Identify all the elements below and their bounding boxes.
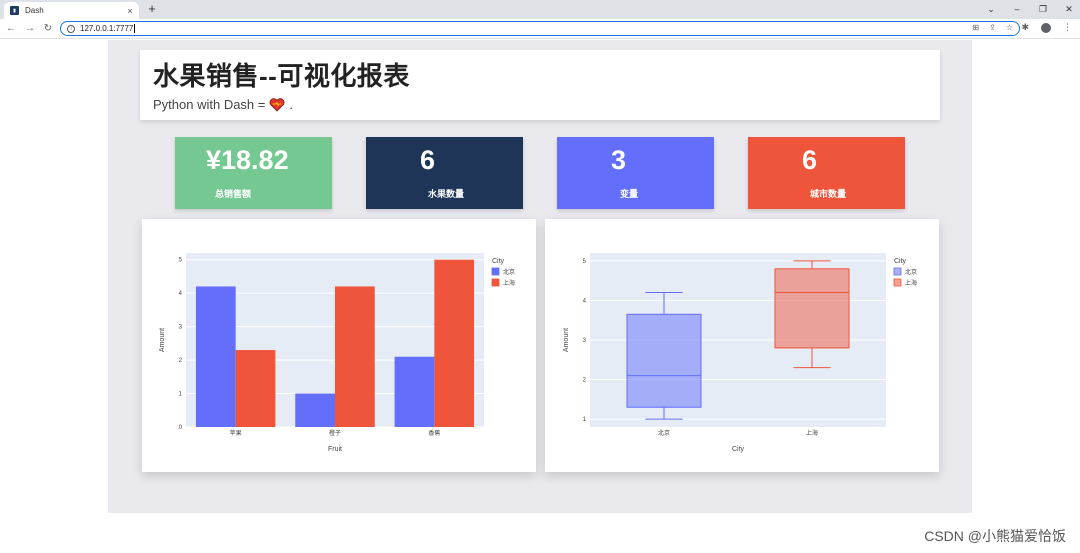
y-tick-label: 3 (179, 325, 183, 331)
y-axis-label: Amount (563, 328, 570, 352)
forward-icon[interactable]: → (24, 22, 36, 36)
back-icon[interactable]: ← (5, 22, 17, 36)
legend-title: City (492, 258, 505, 265)
legend-swatch (893, 278, 902, 287)
header-card: 水果销售--可视化报表 Python with Dash = . (140, 50, 940, 120)
text-caret (134, 24, 136, 33)
browser-tab[interactable]: ▮ Dash × (4, 2, 139, 19)
minimize-icon[interactable]: – (1012, 4, 1022, 14)
page-subtitle: Python with Dash = . (153, 97, 293, 112)
x-tick-label: 橙子 (329, 429, 341, 437)
legend-swatch (893, 267, 902, 276)
stat-card-variables: 3 变量 (557, 137, 714, 209)
y-tick-label: 2 (179, 358, 183, 364)
stat-value: 6 (802, 145, 818, 175)
y-tick-label: 1 (179, 392, 183, 398)
reload-icon[interactable]: ↻ (42, 22, 54, 36)
bar (295, 393, 335, 427)
y-tick-label: 5 (583, 259, 587, 265)
stat-value: 6 (420, 145, 436, 175)
y-tick-label: 2 (583, 378, 587, 384)
url-input[interactable]: i 127.0.0.1:7777 ⊞ ⇪ ☆ (60, 21, 1020, 36)
legend-label: 上海 (503, 279, 515, 287)
site-info-icon[interactable]: i (67, 24, 75, 33)
legend-label: 上海 (905, 279, 917, 287)
y-tick-label: 3 (583, 338, 587, 344)
url-text: 127.0.0.1:7777 (80, 24, 134, 33)
profile-avatar-icon[interactable] (1041, 22, 1051, 33)
y-axis-label: Amount (159, 328, 166, 352)
tab-search-icon[interactable]: ⌄ (986, 4, 996, 15)
bar-chart: 0 1 2 3 4 5 Amount Fruit City 北京上海苹果 橙子 香蕉 (159, 253, 515, 453)
bookmark-star-icon[interactable]: ☆ (1006, 23, 1013, 32)
y-tick-label: 1 (583, 417, 587, 423)
bar (195, 286, 236, 427)
stat-card-city-count: 6 城市数量 (748, 137, 905, 209)
restore-icon[interactable]: ❐ (1038, 4, 1048, 15)
bar (235, 350, 276, 427)
legend-title: City (894, 258, 907, 265)
x-axis-label: Fruit (328, 446, 342, 453)
stat-label: 城市数量 (810, 189, 847, 199)
x-tick-label: 苹果 (230, 429, 242, 437)
y-tick-label: 4 (179, 291, 183, 297)
tab-title: Dash (25, 6, 44, 15)
page-title: 水果销售--可视化报表 (153, 61, 410, 91)
bar (394, 356, 435, 427)
legend-swatch (491, 267, 500, 276)
dash-favicon-icon: ▮ (10, 6, 19, 15)
tab-bar: ▮ Dash × + ⌄ – ❐ ✕ (0, 0, 1080, 19)
box-chart-card: 1 2 3 4 5 Amount City City 北京 上海 北京 上海 (545, 219, 939, 472)
subtitle-text: Python with Dash = (153, 97, 266, 112)
watermark: CSDN @小熊猫爱恰饭 (924, 528, 1066, 544)
bar-chart-card: 0 1 2 3 4 5 Amount Fruit City 北京上海苹果 橙子 香蕉 (142, 219, 536, 472)
box-body (626, 313, 702, 408)
close-window-icon[interactable]: ✕ (1064, 4, 1074, 15)
y-tick-label: 4 (583, 298, 587, 304)
legend-swatch (491, 278, 500, 287)
stat-card-total-sales: ¥18.82 总销售额 (175, 137, 332, 209)
menu-dots-icon[interactable]: ⋮ (1063, 22, 1072, 33)
y-tick-label: 0 (179, 425, 183, 431)
x-tick-label: 香蕉 (428, 429, 440, 437)
x-axis-label: City (732, 446, 745, 453)
x-tick-label: 上海 (806, 429, 818, 437)
address-bar-row: ← → ↻ i 127.0.0.1:7777 ⊞ ⇪ ☆ ✱ ⋮ (0, 19, 1080, 39)
legend-label: 北京 (503, 268, 515, 276)
legend-label: 北京 (905, 268, 917, 276)
box-chart: 12345AmountCityCity北京上海北京 上海 (563, 253, 917, 453)
stat-card-fruit-count: 6 水果数量 (366, 137, 523, 209)
bar (335, 286, 375, 427)
window-controls: ⌄ – ❐ ✕ (986, 1, 1074, 17)
x-tick-label: 北京 (658, 429, 670, 437)
share-icon[interactable]: ⇪ (989, 23, 996, 32)
translate-icon[interactable]: ⊞ (972, 23, 979, 32)
bar (434, 259, 475, 427)
stat-value: ¥18.82 (206, 145, 289, 175)
box-body (774, 268, 850, 349)
y-tick-label: 5 (179, 258, 183, 264)
close-tab-icon[interactable]: × (124, 6, 136, 16)
heart-icon (269, 97, 285, 112)
subtitle-period: . (289, 97, 293, 112)
stat-label: 总销售额 (215, 189, 252, 199)
stat-value: 3 (611, 145, 627, 175)
extensions-icon[interactable]: ✱ (1021, 22, 1029, 33)
new-tab-button[interactable]: + (146, 2, 158, 16)
